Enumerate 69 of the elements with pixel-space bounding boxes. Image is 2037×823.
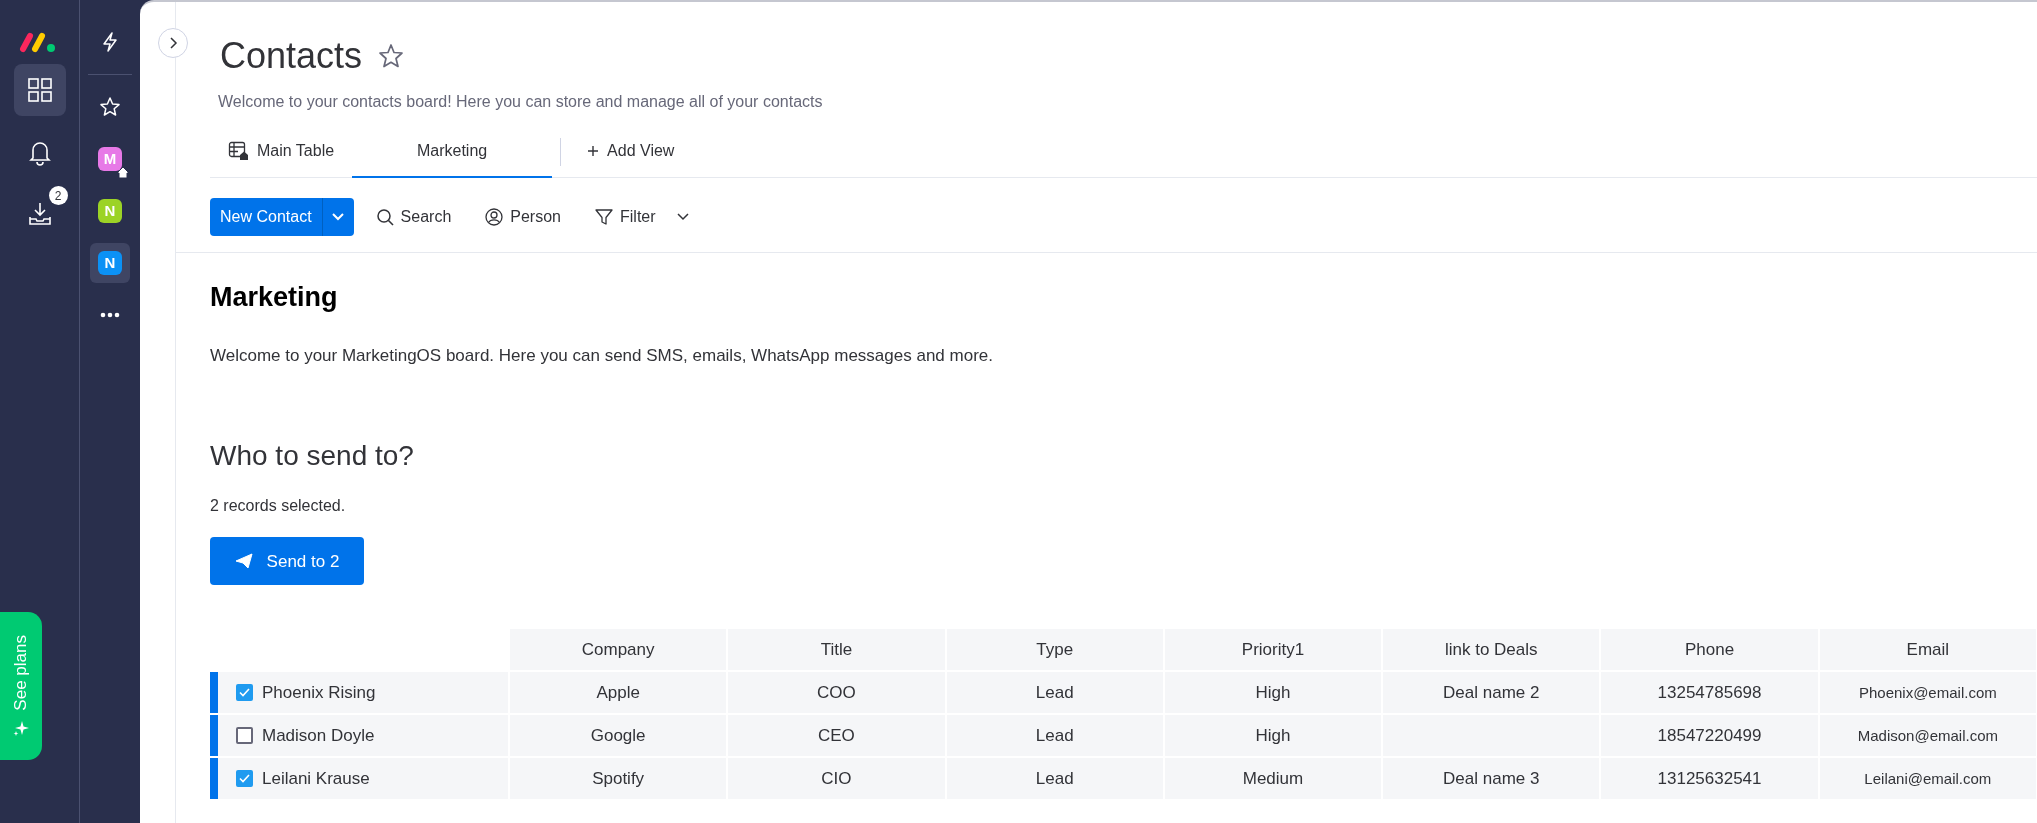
rail-button[interactable]: 2 bbox=[13, 188, 66, 240]
search-icon bbox=[375, 208, 394, 226]
more-dots-icon bbox=[100, 312, 120, 318]
column-header: Company bbox=[510, 629, 727, 671]
chevron-right-icon bbox=[168, 37, 178, 49]
contact-name: Leilani Krause bbox=[262, 768, 370, 791]
table-cell: Lead bbox=[946, 715, 1163, 757]
column-header: Type bbox=[946, 629, 1163, 671]
chevron-down-icon bbox=[676, 213, 689, 221]
caret-down-icon bbox=[332, 213, 345, 221]
table-home-icon bbox=[228, 140, 249, 161]
send-button[interactable]: Send to 2 bbox=[210, 537, 364, 586]
board-title: Contacts bbox=[220, 34, 363, 78]
table-cell: 18547220499 bbox=[1601, 715, 1818, 757]
table-cell: Medium bbox=[1164, 758, 1382, 800]
contact-name: Phoenix Rising bbox=[262, 682, 376, 705]
person-icon bbox=[485, 208, 504, 226]
search-button[interactable]: Search bbox=[363, 201, 464, 233]
table-cell: CEO bbox=[728, 715, 945, 757]
notification-count: 2 bbox=[48, 186, 68, 205]
table-cell: Apple bbox=[510, 672, 727, 714]
filter-button[interactable]: Filter bbox=[583, 201, 701, 233]
plus-icon bbox=[587, 144, 600, 157]
table-cell: Madison@email.com bbox=[1819, 715, 2036, 757]
table-cell: Lead bbox=[946, 672, 1163, 714]
table-cell: High bbox=[1164, 672, 1382, 714]
column-header: Phone bbox=[1601, 629, 1818, 671]
table-cell: High bbox=[1164, 715, 1382, 757]
grid-icon bbox=[25, 76, 54, 104]
board-avatar: N bbox=[98, 251, 122, 275]
filter-icon bbox=[595, 208, 613, 226]
table-cell: COO bbox=[728, 672, 945, 714]
table-cell: Spotify bbox=[510, 758, 727, 800]
star-icon bbox=[378, 43, 405, 69]
table-cell: Phoenix@email.com bbox=[1819, 672, 2036, 714]
person-button[interactable]: Person bbox=[473, 201, 573, 233]
favorite-button[interactable] bbox=[378, 43, 405, 69]
table-cell: Deal name 3 bbox=[1383, 758, 1600, 800]
section-heading: Marketing bbox=[210, 281, 339, 314]
table-cell: 13254785698 bbox=[1601, 672, 1818, 714]
check-icon bbox=[239, 688, 250, 698]
table-cell: 13125632541 bbox=[1601, 758, 1818, 800]
star-icon bbox=[99, 96, 121, 118]
board-avatar: M bbox=[98, 147, 122, 171]
row-checkbox[interactable] bbox=[236, 770, 253, 788]
question-heading: Who to send to? bbox=[210, 438, 415, 473]
table-cell: CIO bbox=[728, 758, 945, 800]
board-avatar: N bbox=[98, 199, 122, 223]
contact-name: Madison Doyle bbox=[262, 725, 375, 748]
board-description: Welcome to your contacts board! Here you can store and manage all of your contacts bbox=[218, 92, 824, 112]
expand-button[interactable] bbox=[158, 28, 188, 58]
selection-count: 2 records selected. bbox=[210, 496, 347, 517]
rail-button[interactable] bbox=[13, 64, 66, 116]
column-header: Priority1 bbox=[1164, 629, 1382, 671]
table-cell: Deal name 2 bbox=[1383, 672, 1600, 714]
paper-plane-icon bbox=[234, 553, 253, 570]
row-checkbox[interactable] bbox=[236, 684, 253, 702]
view-tab[interactable]: Main Table bbox=[210, 125, 353, 178]
table-cell: Lead bbox=[946, 758, 1163, 800]
column-header: Email bbox=[1819, 629, 2036, 671]
table-cell: Google bbox=[510, 715, 727, 757]
check-icon bbox=[239, 774, 250, 784]
view-tab[interactable]: Add View bbox=[569, 125, 693, 178]
intro-text: Welcome to your MarketingOS board. Here you can send SMS, emails, WhatsApp messages and more. bbox=[210, 345, 994, 368]
table-cell: Leilani@email.com bbox=[1819, 758, 2036, 800]
row-checkbox[interactable] bbox=[236, 727, 253, 745]
column-header: Title bbox=[728, 629, 945, 671]
column-header: link to Deals bbox=[1383, 629, 1600, 671]
view-tab[interactable]: Marketing bbox=[352, 125, 553, 178]
